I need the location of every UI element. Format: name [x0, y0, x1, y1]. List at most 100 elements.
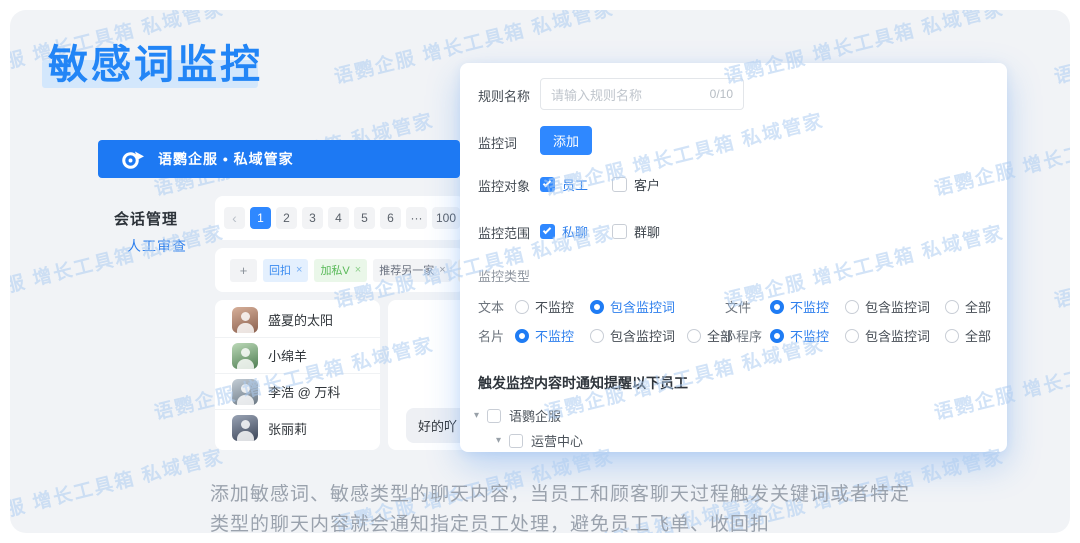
checkbox-option-group-chat[interactable]: 群聊 — [612, 222, 660, 241]
pagination-page[interactable]: 5 — [354, 207, 375, 229]
caret-down-icon[interactable]: ▾ — [496, 435, 501, 446]
radio-unselected-icon — [845, 300, 859, 314]
radio-label: 不监控 — [790, 326, 829, 345]
checkbox-label: 私聊 — [562, 222, 588, 241]
radio-label: 全部 — [965, 297, 991, 316]
page-title: 敏感词监控 — [48, 32, 263, 90]
tag-label: 推荐另一家 — [379, 262, 434, 278]
caret-down-icon[interactable]: ▾ — [474, 410, 479, 421]
contact-name: 张丽莉 — [268, 419, 307, 438]
pagination-page[interactable]: 6 — [380, 207, 401, 229]
radio-option[interactable]: 包含监控词 — [845, 297, 930, 316]
add-tag-button[interactable]: + — [230, 259, 257, 282]
monitor-words-label: 监控词 — [478, 133, 517, 152]
radio-option[interactable]: 全部 — [945, 297, 991, 316]
radio-selected-icon — [770, 300, 784, 314]
tag-item[interactable]: 回扣 × — [263, 259, 308, 282]
monitor-target-label: 监控对象 — [478, 176, 530, 195]
type-name-miniprogram: 小程序 — [723, 326, 762, 345]
pagination-page[interactable]: 4 — [328, 207, 349, 229]
type-name-file: 文件 — [725, 297, 751, 316]
checkbox-label: 客户 — [634, 175, 660, 194]
monitor-type-label: 监控类型 — [478, 266, 530, 285]
char-counter: 0/10 — [710, 87, 733, 101]
radio-label: 包含监控词 — [610, 326, 675, 345]
rule-name-label: 规则名称 — [478, 86, 530, 105]
contact-row[interactable]: 李浩 @ 万科 — [215, 374, 380, 410]
tree-item-company[interactable]: ▾ 语鹦企服 — [474, 406, 561, 425]
radio-selected-icon — [590, 300, 604, 314]
pagination-page-last[interactable]: 100 — [432, 207, 460, 229]
watermark-text: 语鹦企服 增长工具箱 私域管家 — [10, 218, 227, 314]
page-background: 语鹦企服 增长工具箱 私域管家 语鹦企服 增长工具箱 私域管家 语鹦企服 增长工… — [10, 10, 1070, 533]
watermark-text: 语鹦企服 增长工具箱 私域管家 — [1051, 10, 1070, 89]
rule-name-placeholder: 请输入规则名称 — [551, 85, 710, 104]
radio-unselected-icon — [945, 329, 959, 343]
pagination-page-active[interactable]: 1 — [250, 207, 271, 229]
radio-option[interactable]: 包含监控词 — [590, 326, 675, 345]
radio-option[interactable]: 全部 — [945, 326, 991, 345]
tag-label: 加私V — [320, 262, 349, 278]
sidebar-section-title: 会话管理 — [114, 208, 178, 229]
avatar — [232, 343, 258, 369]
radio-label: 包含监控词 — [865, 326, 930, 345]
radio-label: 不监控 — [790, 297, 829, 316]
checkbox-label: 员工 — [562, 175, 588, 194]
avatar — [232, 307, 258, 333]
contact-name: 小绵羊 — [268, 346, 307, 365]
tree-label: 语鹦企服 — [509, 406, 561, 425]
radio-label: 不监控 — [535, 326, 574, 345]
contact-row[interactable]: 小绵羊 — [215, 338, 380, 374]
radio-option[interactable]: 包含监控词 — [590, 297, 675, 316]
contact-list: 盛夏的太阳 小绵羊 李浩 @ 万科 张丽莉 — [215, 300, 380, 450]
radio-option[interactable]: 不监控 — [515, 297, 574, 316]
watermark-text: 语鹦企服 增长工具箱 私域管家 — [10, 442, 227, 533]
radio-unselected-icon — [945, 300, 959, 314]
checkbox-option-employee[interactable]: 员工 — [540, 175, 588, 194]
screenshot-stage: 语鹦企服 增长工具箱 私域管家 语鹦企服 增长工具箱 私域管家 语鹦企服 增长工… — [0, 0, 1080, 543]
watermark-text: 语鹦企服 增长工具箱 私域管家 — [1051, 218, 1070, 314]
checkbox-option-customer[interactable]: 客户 — [612, 175, 660, 194]
checkbox-unchecked-icon[interactable] — [509, 434, 523, 448]
tag-close-icon[interactable]: × — [439, 264, 445, 276]
contact-row[interactable]: 盛夏的太阳 — [215, 302, 380, 338]
avatar — [232, 415, 258, 441]
add-monitor-word-button[interactable]: 添加 — [540, 126, 592, 155]
pagination-page[interactable]: 3 — [302, 207, 323, 229]
pagination-ellipsis[interactable]: ··· — [406, 207, 427, 229]
rule-name-input[interactable]: 请输入规则名称 0/10 — [540, 78, 744, 110]
avatar — [232, 379, 258, 405]
app-header-bar: 语鹦企服 • 私域管家 — [98, 140, 460, 178]
tag-close-icon[interactable]: × — [296, 264, 302, 276]
contact-row[interactable]: 张丽莉 — [215, 410, 380, 446]
checkbox-checked-icon — [540, 177, 555, 192]
checkbox-option-private-chat[interactable]: 私聊 — [540, 222, 588, 241]
radio-selected-icon — [515, 329, 529, 343]
tag-list: + 回扣 × 加私V × 推荐另一家 × 不 — [215, 248, 465, 292]
contact-name: 李浩 @ 万科 — [268, 382, 340, 401]
checkbox-unchecked-icon — [612, 224, 627, 239]
tag-close-icon[interactable]: × — [355, 264, 361, 276]
pagination-page[interactable]: 2 — [276, 207, 297, 229]
tag-item[interactable]: 推荐另一家 × — [373, 259, 451, 282]
checkbox-unchecked-icon[interactable] — [487, 409, 501, 423]
tag-item[interactable]: 加私V × — [314, 259, 367, 282]
radio-option[interactable]: 不监控 — [770, 297, 829, 316]
caption-text: 添加敏感词、敏感类型的聊天内容，当员工和顾客聊天过程触发关键词或者特定 类型的聊… — [210, 480, 910, 533]
radio-option[interactable]: 不监控 — [515, 326, 574, 345]
tag-label: 回扣 — [269, 262, 291, 278]
notify-header: 触发监控内容时通知提醒以下员工 — [478, 373, 688, 393]
radio-unselected-icon — [515, 300, 529, 314]
radio-selected-icon — [770, 329, 784, 343]
contact-name: 盛夏的太阳 — [268, 310, 333, 329]
radio-option[interactable]: 不监控 — [770, 326, 829, 345]
radio-label: 包含监控词 — [610, 297, 675, 316]
tree-label: 运营中心 — [531, 431, 583, 450]
pagination-prev-icon[interactable]: ‹ — [224, 207, 245, 229]
checkbox-label: 群聊 — [634, 222, 660, 241]
sidebar-item-manual-review[interactable]: 人工审查 — [127, 236, 187, 256]
radio-unselected-icon — [687, 329, 701, 343]
tree-item-operations[interactable]: ▾ 运营中心 — [496, 431, 583, 450]
radio-option[interactable]: 包含监控词 — [845, 326, 930, 345]
parrot-logo-icon — [120, 147, 144, 171]
